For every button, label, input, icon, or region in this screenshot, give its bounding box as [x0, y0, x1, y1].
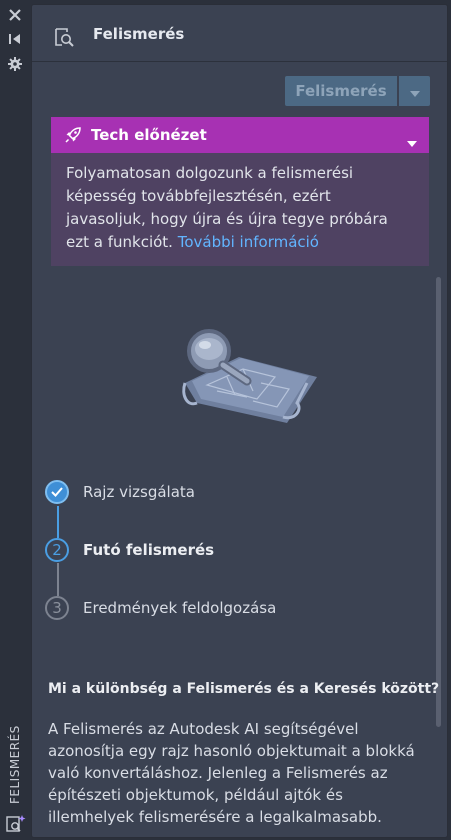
tech-preview-header[interactable]: Tech előnézet [51, 117, 429, 153]
page-title: Felismerés [93, 25, 185, 43]
step-label: Futó felismerés [83, 541, 215, 559]
settings-icon[interactable] [7, 56, 23, 72]
panel-vertical-label[interactable]: FELISMERÉS [8, 712, 22, 804]
caret-down-icon[interactable] [407, 132, 417, 151]
faq-question: Mi a különbség a Felismerés és a Keresés… [48, 681, 440, 697]
step-2: 2 Futó felismerés [45, 538, 214, 562]
recognize-button[interactable]: Felismerés [285, 76, 397, 106]
recognition-panel: Felismerés Felismerés Tech előnézet Foly… [31, 4, 448, 838]
blueprint-illustration [157, 325, 327, 435]
more-info-link[interactable]: További információ [178, 233, 319, 251]
caret-down-icon [409, 82, 420, 101]
step-number: 2 [45, 538, 69, 562]
faq-answer: A Felismerés az Autodesk AI segítségével… [48, 720, 415, 826]
recognize-split-button: Felismerés [285, 76, 430, 106]
scrollbar[interactable] [436, 277, 441, 727]
recognition-icon [54, 26, 76, 48]
recognize-dropdown-button[interactable] [399, 76, 430, 106]
step-3: 3 Eredmények feldolgozása [45, 596, 276, 620]
panel-header: Felismerés [32, 5, 447, 62]
step-connector [57, 506, 59, 538]
collapse-icon[interactable] [7, 31, 23, 47]
tech-preview-title: Tech előnézet [91, 126, 207, 144]
step-number: 3 [45, 596, 69, 620]
step-1: Rajz vizsgálata [45, 480, 195, 504]
rocket-icon [65, 127, 81, 143]
step-connector [57, 563, 59, 596]
step-label: Rajz vizsgálata [83, 483, 195, 501]
close-icon[interactable] [7, 7, 23, 23]
check-icon [45, 480, 69, 504]
step-label: Eredmények feldolgozása [83, 599, 277, 617]
recognition-icon[interactable] [6, 814, 26, 834]
side-strip: FELISMERÉS [0, 0, 30, 840]
tech-preview-body: Folyamatosan dolgozunk a felismerési kép… [51, 153, 429, 254]
tech-preview-panel: Tech előnézet Folyamatosan dolgozunk a f… [51, 117, 429, 266]
